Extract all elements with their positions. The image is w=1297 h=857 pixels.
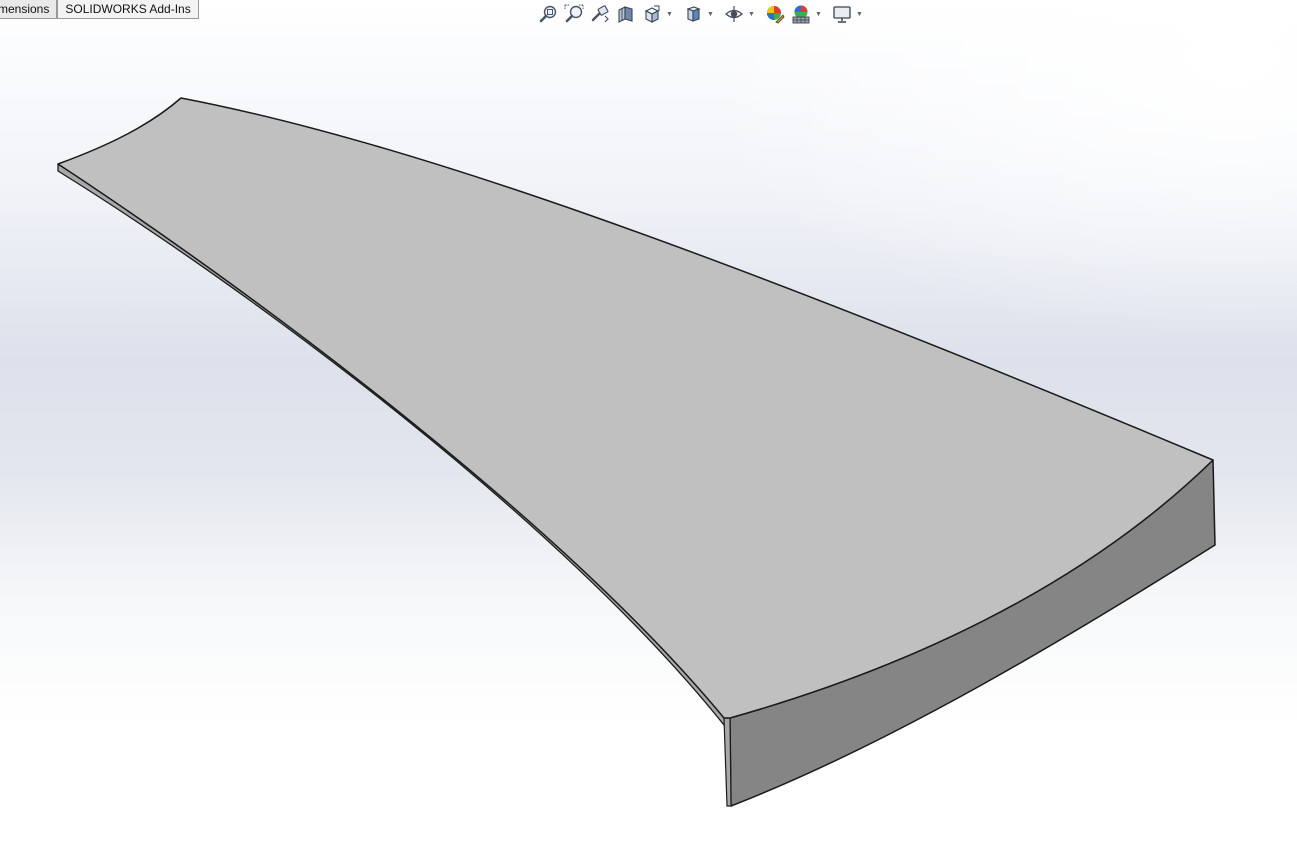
hide-show-items-button[interactable] — [721, 2, 747, 26]
part-top-face — [57, 97, 1214, 719]
hide-show-items-icon — [725, 6, 743, 22]
edit-appearance-icon — [767, 6, 785, 24]
tab-dimensions[interactable]: mensions — [0, 0, 58, 19]
part-front-face — [730, 460, 1215, 806]
part-left-side-face — [57, 163, 731, 726]
apply-scene-dropdown[interactable]: ▼ — [814, 2, 823, 26]
display-style-dropdown[interactable]: ▼ — [706, 2, 715, 26]
view-orientation-button[interactable] — [639, 2, 665, 26]
zoom-to-area-button[interactable] — [561, 2, 587, 26]
view-settings-icon — [833, 6, 851, 23]
view-settings-dropdown[interactable]: ▼ — [855, 2, 864, 26]
view-orientation-dropdown[interactable]: ▼ — [665, 2, 674, 26]
section-view-button[interactable] — [613, 2, 639, 26]
tab-solidworks-add-ins[interactable]: SOLIDWORKS Add-Ins — [57, 0, 199, 19]
apply-scene-button[interactable] — [788, 2, 814, 26]
display-style-icon — [686, 6, 701, 22]
part-front-face-body — [729, 459, 1216, 807]
graphics-area[interactable] — [0, 0, 1297, 857]
zoom-to-area-icon — [564, 4, 584, 23]
previous-view-icon — [591, 5, 609, 23]
zoom-to-fit-button[interactable] — [535, 2, 561, 26]
previous-view-button[interactable] — [587, 2, 613, 26]
view-orientation-icon — [644, 5, 660, 23]
edit-appearance-button[interactable] — [762, 2, 788, 26]
apply-scene-icon — [792, 5, 810, 24]
display-style-button[interactable] — [680, 2, 706, 26]
section-view-icon — [618, 6, 633, 23]
view-settings-button[interactable] — [829, 2, 855, 26]
hide-show-items-dropdown[interactable]: ▼ — [747, 2, 756, 26]
heads-up-view-toolbar: ▼ ▼ ▼ ▼ ▼ — [535, 2, 864, 26]
zoom-to-fit-icon — [539, 5, 557, 23]
part-end-face — [723, 717, 732, 807]
command-manager-tabs: mensions SOLIDWORKS Add-Ins — [0, 0, 199, 20]
